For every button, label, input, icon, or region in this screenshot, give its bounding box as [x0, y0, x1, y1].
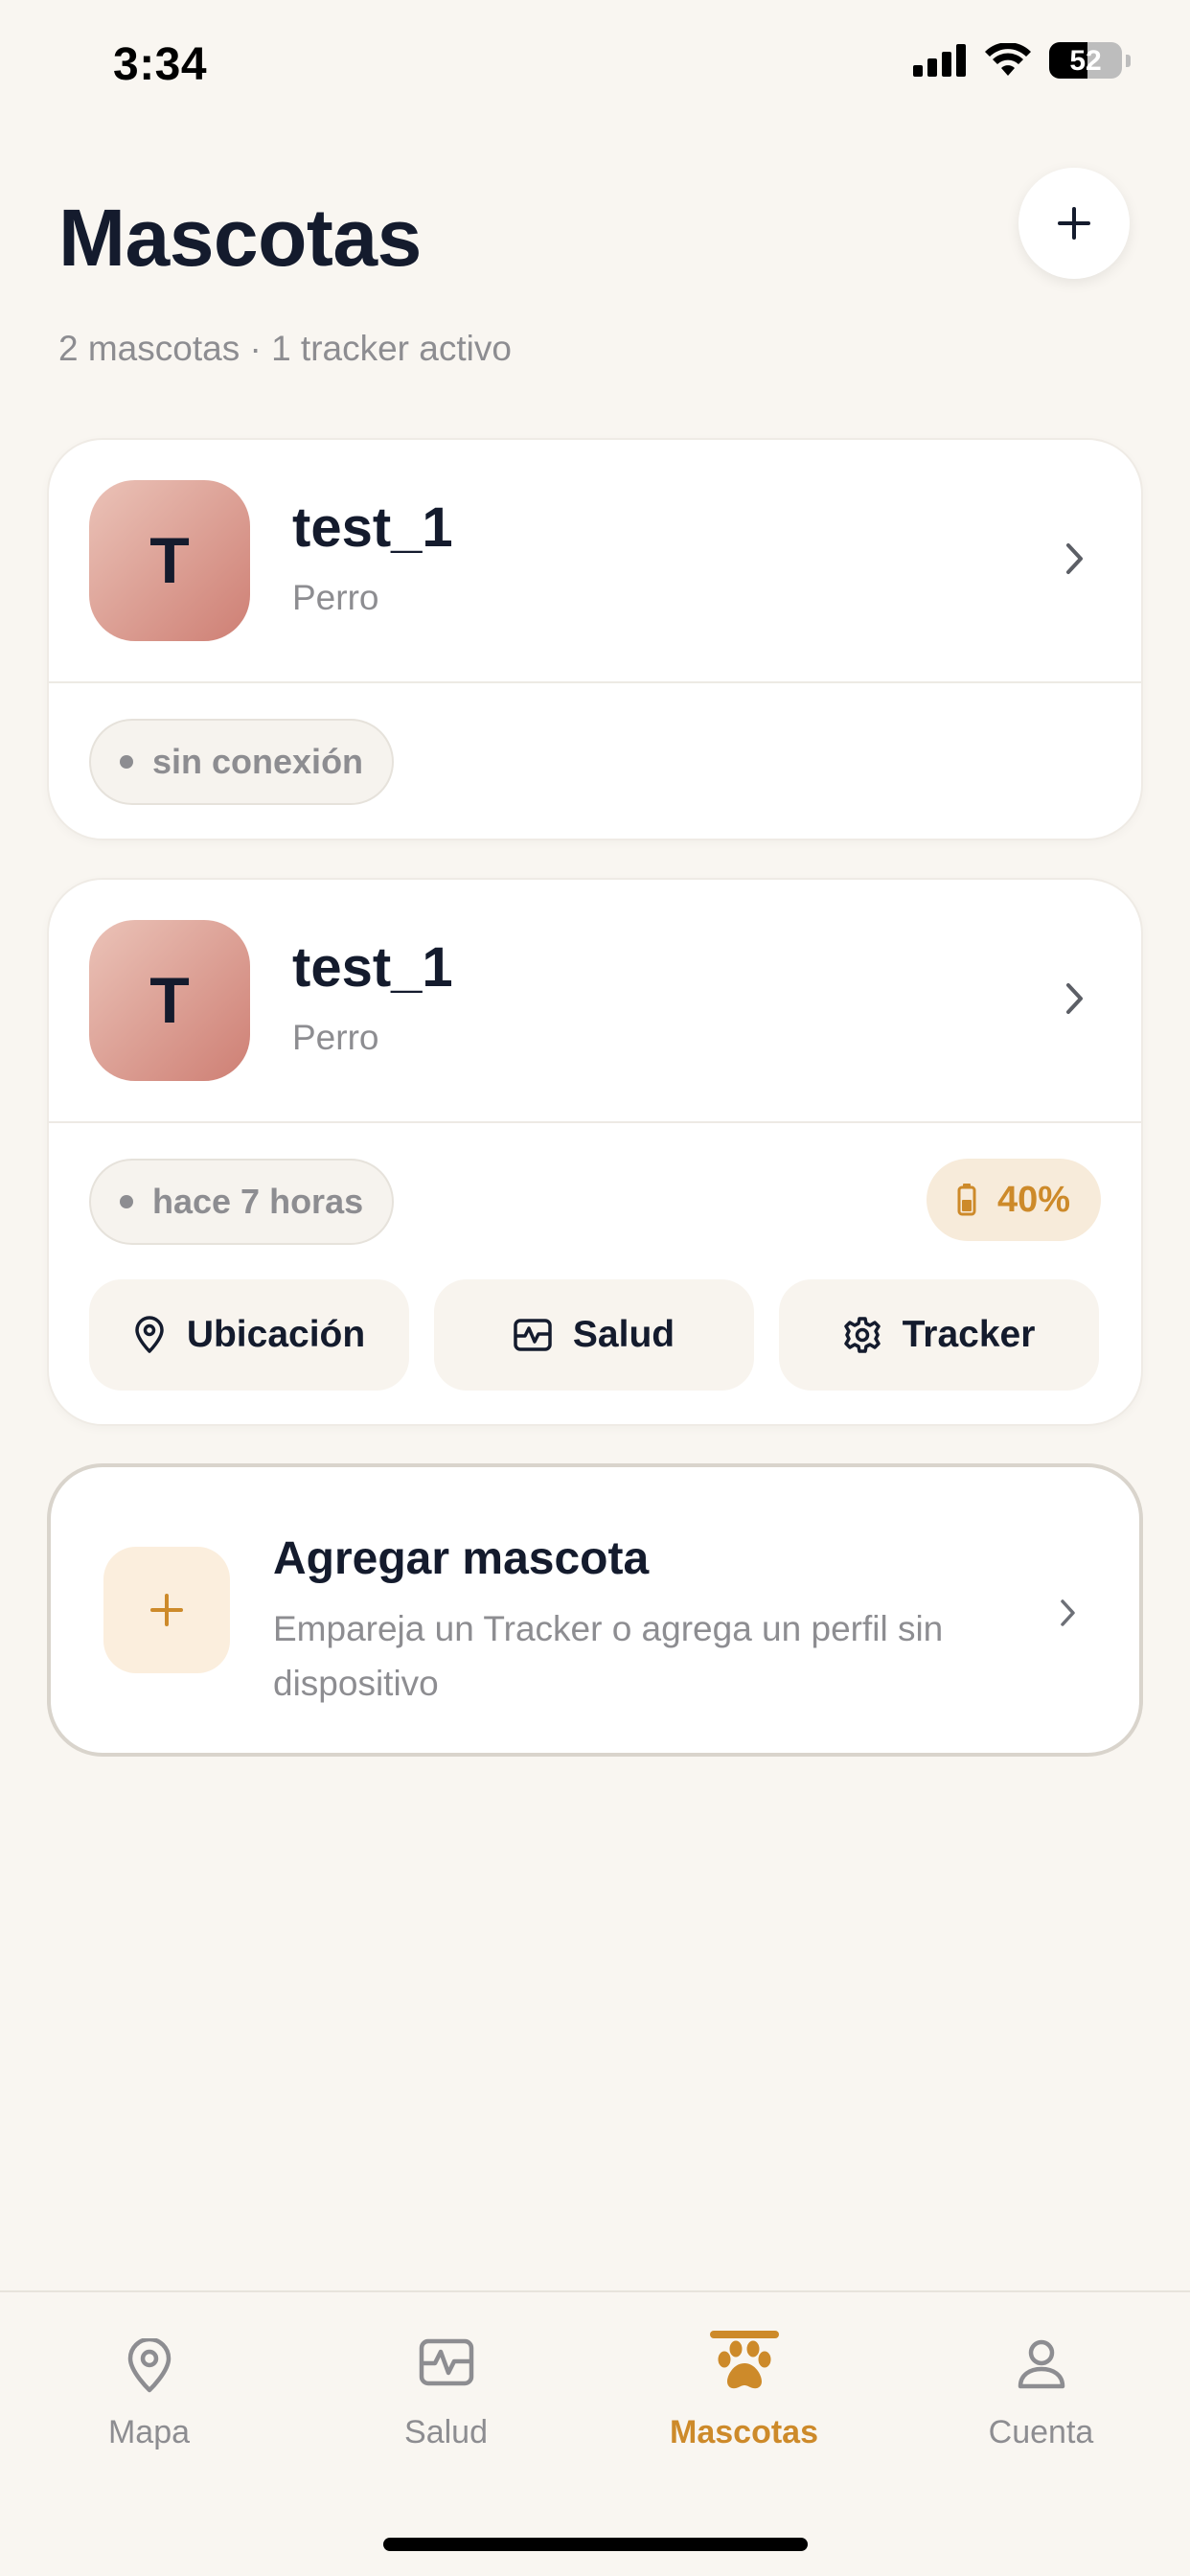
location-button-label: Ubicación [186, 1314, 366, 1355]
add-pet-button[interactable] [1018, 168, 1130, 279]
pet-name: test_1 [292, 496, 453, 559]
page-title: Mascotas [58, 193, 422, 283]
health-chart-icon [514, 1319, 552, 1351]
status-badge: sin conexión [89, 719, 395, 805]
status-badge: hace 7 horas [89, 1159, 395, 1245]
tab-label: Salud [404, 2414, 488, 2450]
add-pet-icon-box [103, 1547, 230, 1673]
pet-species: Perro [292, 578, 379, 617]
plus-icon [1058, 207, 1090, 240]
chevron-right-icon [1066, 543, 1083, 574]
divider [49, 681, 1141, 683]
page-subtitle: 2 mascotas · 1 tracker activo [58, 329, 512, 368]
pet-species: Perro [292, 1018, 379, 1057]
status-time: 3:34 [113, 39, 208, 90]
home-indicator [383, 2538, 808, 2551]
status-dot [120, 1195, 133, 1208]
location-button[interactable]: Ubicación [89, 1279, 409, 1391]
avatar: T [89, 920, 250, 1081]
pet-name: test_1 [292, 936, 453, 999]
status-text: hace 7 horas [152, 1182, 364, 1221]
pet-card-header[interactable]: T test_1 Perro [49, 440, 1141, 681]
tab-label: Cuenta [988, 2414, 1094, 2450]
battery-icon: 52 [1049, 42, 1122, 79]
battery-percent: 40% [996, 1179, 1070, 1220]
add-pet-title: Agregar mascota [273, 1533, 650, 1584]
tab-cuenta[interactable]: Cuenta [892, 2292, 1190, 2484]
battery-icon [957, 1184, 976, 1216]
status-text: sin conexión [152, 742, 364, 781]
pet-card: T test_1 Perro hace 7 horas 40% Ubicació… [47, 878, 1143, 1426]
location-pin-icon [135, 1316, 164, 1353]
pet-card-header[interactable]: T test_1 Perro [49, 880, 1141, 1121]
tab-mapa[interactable]: Mapa [0, 2292, 298, 2484]
cellular-signal-icon [913, 44, 966, 77]
tracker-button[interactable]: Tracker [779, 1279, 1099, 1391]
tab-salud[interactable]: Salud [297, 2292, 595, 2484]
add-pet-card[interactable]: Agregar mascota Empareja un Tracker o ag… [47, 1463, 1143, 1757]
tab-label: Mapa [107, 2414, 191, 2450]
tracker-battery-badge: 40% [926, 1159, 1101, 1241]
chevron-right-icon [1066, 983, 1083, 1014]
tracker-button-label: Tracker [902, 1314, 1036, 1355]
gear-icon [843, 1317, 881, 1353]
battery-tip [1126, 54, 1131, 67]
paw-icon [718, 2340, 770, 2389]
tab-mascotas[interactable]: Mascotas [595, 2292, 893, 2484]
health-button-label: Salud [572, 1314, 675, 1355]
plus-icon [150, 1594, 183, 1626]
pet-card: T test_1 Perro sin conexión [47, 438, 1143, 840]
location-pin-icon [127, 2338, 171, 2393]
status-bar: 3:34 52 [0, 0, 1190, 134]
tab-bar: Mapa Salud Mascotas Cuenta [0, 2290, 1190, 2576]
active-tab-indicator [710, 2331, 779, 2338]
health-button[interactable]: Salud [434, 1279, 754, 1391]
status-dot [120, 755, 133, 769]
wifi-icon [985, 43, 1031, 76]
add-pet-description: Empareja un Tracker o agrega un perfil s… [273, 1609, 944, 1703]
user-icon [1018, 2339, 1064, 2389]
tab-label: Mascotas [670, 2414, 818, 2450]
avatar: T [89, 480, 250, 641]
health-chart-icon [419, 2338, 473, 2386]
status-icons: 52 [913, 42, 1131, 79]
chevron-right-icon [1061, 1599, 1075, 1626]
divider [49, 1121, 1141, 1123]
battery-level-text: 52 [1069, 45, 1102, 77]
